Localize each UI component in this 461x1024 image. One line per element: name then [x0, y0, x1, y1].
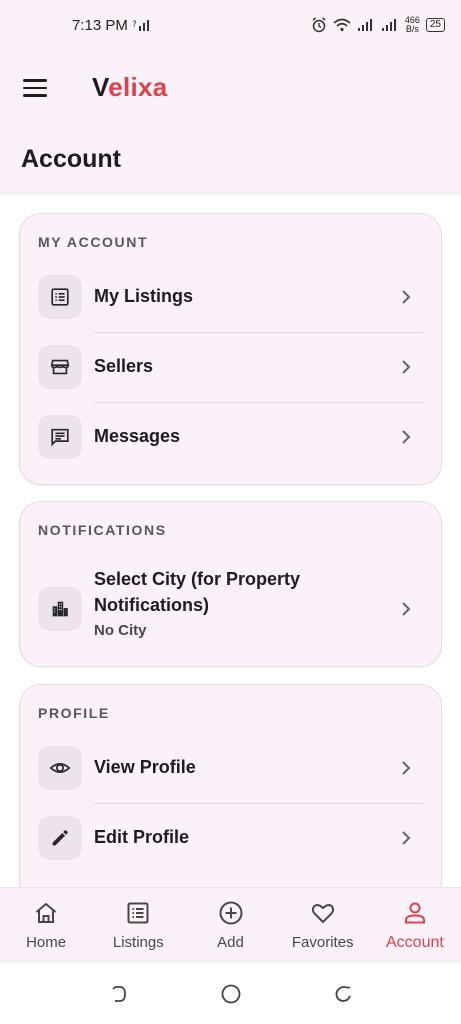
eye-icon: [38, 746, 82, 790]
menu-item-sellers[interactable]: Sellers: [20, 332, 441, 402]
wifi-icon: [333, 18, 351, 32]
system-navigation-bar: [0, 963, 461, 1024]
nav-label: Account: [386, 934, 444, 951]
listings-icon: [127, 902, 149, 924]
nav-label: Listings: [112, 934, 164, 951]
net-speed: 466 B/s: [404, 15, 420, 34]
person-icon: [404, 902, 425, 924]
bottom-navigation: Home Listings Add Favorites Account: [0, 887, 461, 963]
storefront-icon: [38, 345, 82, 389]
menu-item-label: Edit Profile: [94, 827, 190, 847]
recents-gesture-icon[interactable]: [332, 983, 354, 1005]
home-icon: [35, 902, 57, 923]
signal-icon-2: [381, 19, 396, 31]
my-account-card: MY ACCOUNT My Listings Sellers Messages: [19, 213, 442, 485]
home-button-icon[interactable]: [220, 983, 242, 1005]
chevron-right-icon: [402, 360, 411, 374]
menu-item-label: Messages: [94, 426, 181, 446]
chevron-right-icon: [402, 602, 411, 616]
add-circle-icon: [219, 901, 242, 925]
status-bar: 7:13 PM ? 466 B/s 25: [0, 0, 461, 50]
nav-label: Add: [217, 934, 244, 951]
chevron-right-icon: [402, 430, 411, 444]
signal-question-icon: ?: [132, 20, 149, 31]
heart-icon: [311, 904, 334, 924]
svg-text:?: ?: [132, 20, 137, 30]
menu-item-select-city[interactable]: Select City (for Property Notifications)…: [20, 554, 441, 664]
signal-icon: [357, 19, 372, 31]
menu-icon[interactable]: [22, 76, 48, 100]
section-title-my-account: MY ACCOUNT: [38, 234, 149, 250]
nav-account[interactable]: Account: [369, 888, 461, 963]
notifications-card: NOTIFICATIONS Select City (for Property …: [19, 501, 442, 667]
menu-item-view-profile[interactable]: View Profile: [20, 733, 441, 803]
menu-item-messages[interactable]: Messages: [20, 402, 441, 472]
nav-add[interactable]: Add: [184, 888, 276, 963]
selected-city-value: No City: [94, 622, 147, 639]
menu-item-my-listings[interactable]: My Listings: [20, 262, 441, 332]
select-city-label: Select City (for Property Notifications): [94, 569, 301, 615]
section-title-notifications: NOTIFICATIONS: [38, 522, 167, 538]
chevron-right-icon: [402, 831, 411, 845]
menu-item-label: My Listings: [94, 286, 194, 306]
alarm-icon: [312, 17, 326, 33]
nav-label: Favorites: [291, 934, 354, 951]
nav-label: Home: [26, 934, 67, 951]
chevron-right-icon: [402, 761, 411, 775]
nav-listings[interactable]: Listings: [92, 888, 184, 963]
menu-item-label: Sellers: [94, 356, 154, 376]
back-gesture-icon[interactable]: [108, 983, 130, 1005]
nav-favorites[interactable]: Favorites: [277, 888, 369, 963]
section-title-profile: PROFILE: [38, 705, 110, 721]
message-icon: [38, 415, 82, 459]
city-icon: [38, 587, 82, 631]
status-time: 7:13 PM: [72, 16, 128, 34]
menu-item-label: View Profile: [94, 757, 196, 777]
nav-home[interactable]: Home: [0, 888, 92, 963]
chevron-right-icon: [402, 290, 411, 304]
menu-item-edit-profile[interactable]: Edit Profile: [20, 803, 441, 873]
header: Velixa Account: [0, 50, 461, 195]
page-title: Account: [21, 145, 121, 173]
brand-logo: Velixa: [92, 72, 168, 102]
battery-indicator: 25: [425, 18, 445, 32]
app-bar: Velixa: [0, 68, 461, 108]
pencil-icon: [38, 816, 82, 860]
profile-card: PROFILE View Profile Edit Profile: [19, 684, 442, 904]
list-icon: [38, 275, 82, 319]
